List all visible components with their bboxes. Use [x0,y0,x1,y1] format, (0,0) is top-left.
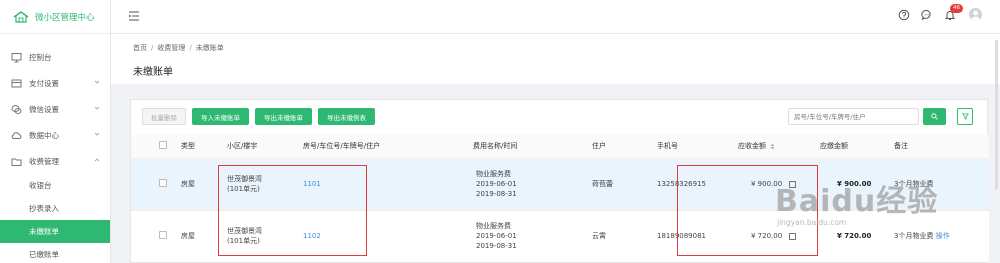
export-unpaid-table-button[interactable]: 导出未缴例表 [318,108,375,125]
sidebar-subitem-cashier[interactable]: 收银台 [0,174,110,197]
cell-remark: 3个月物业费 [894,180,934,188]
edit-amount-icon[interactable] [789,232,797,240]
sidebar-item-label: 收费管理 [29,156,59,166]
sidebar-subitem-label: 收银台 [29,181,52,190]
scrollbar[interactable] [995,40,998,190]
sort-icon[interactable] [770,143,775,150]
filter-button[interactable] [957,108,973,125]
help-icon[interactable] [898,9,910,21]
search-input[interactable] [788,108,919,125]
message-icon[interactable] [921,9,933,21]
edit-amount-icon[interactable] [789,180,797,188]
cell-type: 房屋 [181,180,195,188]
col-payable: 应缴金额 [820,142,848,151]
search-icon [931,113,938,120]
card-icon [11,78,22,89]
chevron-up-icon [94,157,100,163]
cell-room[interactable]: 1101 [303,158,446,210]
col-phone: 手机号 [657,142,678,151]
cloud-icon [11,130,22,141]
cell-fee: 物业服务费 2019-06-01 2019-08-31 [476,222,517,251]
cell-receivable: ¥ 900.00 [738,158,820,210]
cell-resident: 荷苞蕾 [592,180,613,188]
chevron-down-icon [94,131,100,137]
sidebar-subitem-label: 抄表录入 [29,204,59,213]
breadcrumb-billing[interactable]: 收费管理 [157,44,185,52]
cell-community: 世茂御景湾 (101单元) [227,175,262,193]
sidebar-item-dashboard[interactable]: 控制台 [0,44,110,70]
sidebar-subitem-paid-bills[interactable]: 已缴账单 [0,243,110,263]
wechat-icon [11,104,22,115]
table-header-row: 类型 小区/楼宇 房号/车位号/车牌号/住户 费用名称/时间 住户 手机号 应收… [131,135,989,158]
sidebar-subitem-label: 已缴账单 [29,250,59,259]
sidebar-subitem-unpaid-bills[interactable]: 未缴账单 [0,220,110,243]
sidebar-item-payment-settings[interactable]: 支付设置 [0,70,110,96]
cell-type: 房屋 [181,232,195,241]
page-title: 未缴账单 [133,67,173,78]
col-fee: 费用名称/时间 [473,142,518,151]
col-room: 房号/车位号/车牌号/住户 [303,142,381,151]
cell-resident: 云霄 [592,232,606,241]
toolbar: 批量删除 导入未缴账单 导出未缴账单 导出未缴例表 [142,108,381,125]
billing-submenu: 收银台 抄表录入 未缴账单 已缴账单 [0,174,110,263]
sidebar-item-wechat-settings[interactable]: 微信设置 [0,96,110,122]
cell-payable: ¥ 900.00 [837,180,872,188]
breadcrumb-current: 未缴账单 [195,44,224,52]
row-checkbox[interactable] [159,179,167,187]
table-row[interactable]: 房屋 世茂御景湾 (101单元) 1101 物业服务费 2019-06-01 2019… [131,158,989,210]
page-header: 首页 / 收费管理 / 未缴账单 未缴账单 [111,34,1000,84]
sidebar-item-data-center[interactable]: 数据中心 [0,122,110,148]
col-community: 小区/楼宇 [227,142,258,151]
sidebar: 微小区管理中心 控制台 支付设置 微信设置 数据中心 收费管理 收银台 抄表录入… [0,0,111,263]
sidebar-menu: 控制台 支付设置 微信设置 数据中心 收费管理 收银台 抄表录入 未缴账单 已缴… [0,34,110,263]
house-logo-icon [13,10,29,23]
import-unpaid-button[interactable]: 导入未缴账单 [192,108,249,125]
batch-delete-button[interactable]: 批量删除 [142,108,186,125]
cell-receivable: ¥ 720.00 [738,210,820,262]
col-resident: 住户 [592,142,606,151]
search-button[interactable] [923,108,946,125]
topbar-actions: 46 [887,3,982,21]
table-row[interactable]: 房屋 世茂御景湾 (101单元) 1102 物业服务费 2019-06-01 2019… [131,210,989,262]
sidebar-item-label: 微信设置 [29,104,59,114]
brand[interactable]: 微小区管理中心 [0,0,110,34]
monitor-icon [11,52,22,63]
select-all-checkbox[interactable] [159,141,167,150]
sidebar-item-label: 控制台 [29,52,52,62]
avatar[interactable] [969,8,982,21]
breadcrumb-home[interactable]: 首页 [133,44,147,52]
chevron-down-icon [94,105,100,111]
col-remark: 备注 [894,142,908,151]
sidebar-item-label: 支付设置 [29,78,59,88]
breadcrumb: 首页 / 收费管理 / 未缴账单 [133,44,224,52]
row-checkbox[interactable] [159,231,167,240]
cell-community: 世茂御景湾 (101单元) [227,227,262,246]
row-action-link[interactable]: 操作 [936,232,950,240]
sidebar-item-billing[interactable]: 收费管理 [0,148,110,174]
notification-badge: 46 [950,3,963,13]
sidebar-item-label: 数据中心 [29,130,59,140]
menu-toggle-icon[interactable] [128,11,140,21]
bills-table: 类型 小区/楼宇 房号/车位号/车牌号/住户 费用名称/时间 住户 手机号 应收… [131,135,989,262]
cell-payable: ¥ 720.00 [837,232,872,241]
cell-room[interactable]: 1102 [303,210,446,262]
topbar: 46 [111,0,1000,34]
cell-fee: 物业服务费 2019-06-01 2019-08-31 [476,170,517,198]
sidebar-subitem-meter-entry[interactable]: 抄表录入 [0,197,110,220]
folder-icon [11,156,22,167]
filter-icon [961,113,969,120]
export-unpaid-button[interactable]: 导出未缴账单 [255,108,312,125]
col-receivable[interactable]: 应收金额 [738,135,820,158]
chevron-down-icon [94,79,100,85]
col-type: 类型 [181,142,195,151]
cell-phone: 13258326915 [657,180,706,188]
sidebar-subitem-label: 未缴账单 [29,227,59,236]
bell-icon[interactable]: 46 [944,3,963,21]
cell-remark: 3个月物业费 操作 [894,232,950,241]
cell-phone: 18189089081 [657,232,706,241]
brand-name: 微小区管理中心 [35,12,95,23]
bills-card: 批量删除 导入未缴账单 导出未缴账单 导出未缴例表 类型 小区/楼宇 房号/车位… [130,99,989,263]
